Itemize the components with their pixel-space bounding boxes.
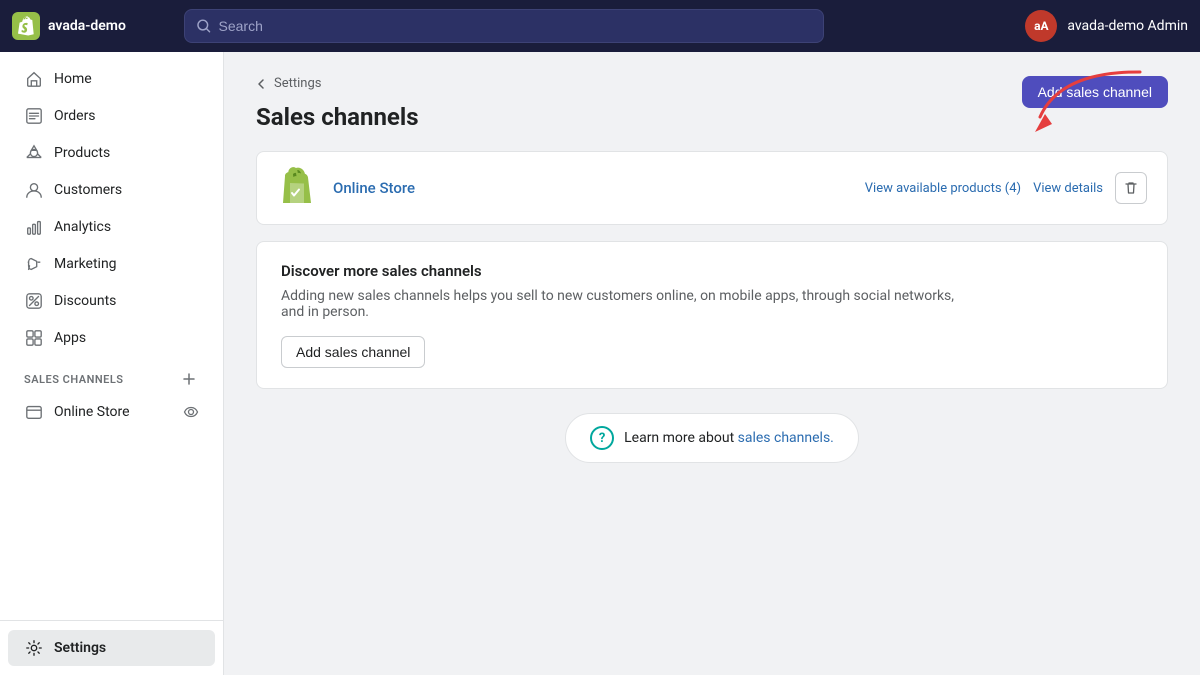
delete-channel-button[interactable] — [1115, 172, 1147, 204]
sidebar: Home Orders Products Customers — [0, 52, 224, 675]
sales-channels-section-header: SALES CHANNELS — [8, 357, 215, 393]
back-icon — [256, 78, 268, 90]
sidebar-item-label: Customers — [54, 182, 122, 198]
sidebar-item-home[interactable]: Home — [8, 61, 215, 97]
sidebar-item-marketing[interactable]: Marketing — [8, 246, 215, 282]
view-details-link[interactable]: View details — [1033, 181, 1103, 196]
analytics-icon — [24, 217, 44, 237]
brand-name: avada-demo — [48, 18, 126, 34]
add-sales-channel-button[interactable]: Add sales channel — [1022, 76, 1168, 108]
products-icon — [24, 143, 44, 163]
main-layout: Home Orders Products Customers — [0, 52, 1200, 675]
learn-more-text: Learn more about sales channels. — [624, 430, 834, 446]
online-store-card: Online Store View available products (4)… — [256, 151, 1168, 225]
add-sales-channel-secondary-button[interactable]: Add sales channel — [281, 336, 425, 368]
sidebar-item-label: Orders — [54, 108, 96, 124]
sidebar-item-label: Marketing — [54, 256, 117, 272]
online-store-icon — [24, 402, 44, 422]
sidebar-item-online-store[interactable]: Online Store — [8, 394, 215, 430]
avatar: aA — [1025, 10, 1057, 42]
eye-icon — [183, 404, 199, 420]
shopify-bag-icon — [277, 168, 317, 208]
home-icon — [24, 69, 44, 89]
sidebar-footer: Settings — [0, 620, 223, 675]
main-content: Add sales channel Settings Sales channel… — [224, 52, 1200, 675]
marketing-icon — [24, 254, 44, 274]
sidebar-item-discounts[interactable]: Discounts — [8, 283, 215, 319]
user-name: avada-demo Admin — [1067, 18, 1188, 34]
view-products-link[interactable]: View available products (4) — [865, 181, 1021, 196]
sidebar-item-customers[interactable]: Customers — [8, 172, 215, 208]
search-bar[interactable] — [184, 9, 824, 43]
learn-more-pill: ? Learn more about sales channels. — [565, 413, 859, 463]
customers-icon — [24, 180, 44, 200]
sidebar-item-orders[interactable]: Orders — [8, 98, 215, 134]
brand-logo[interactable]: avada-demo — [12, 12, 172, 40]
sidebar-item-label: Analytics — [54, 219, 111, 235]
sidebar-item-apps[interactable]: Apps — [8, 320, 215, 356]
sidebar-item-label: Apps — [54, 330, 86, 346]
sidebar-item-label: Settings — [54, 640, 106, 656]
discover-card: Discover more sales channels Adding new … — [256, 241, 1168, 389]
sidebar-item-label: Home — [54, 71, 92, 87]
sidebar-item-label: Discounts — [54, 293, 116, 309]
question-icon: ? — [590, 426, 614, 450]
breadcrumb-label: Settings — [274, 76, 321, 91]
online-store-name[interactable]: Online Store — [333, 179, 849, 197]
trash-icon — [1123, 180, 1139, 196]
apps-icon — [24, 328, 44, 348]
settings-icon — [24, 638, 44, 658]
online-store-card-inner: Online Store View available products (4)… — [257, 152, 1167, 224]
sidebar-item-analytics[interactable]: Analytics — [8, 209, 215, 245]
card-actions: View available products (4) View details — [865, 172, 1147, 204]
sidebar-item-label: Online Store — [54, 404, 130, 420]
sidebar-item-label: Products — [54, 145, 110, 161]
discounts-icon — [24, 291, 44, 311]
sidebar-item-products[interactable]: Products — [8, 135, 215, 171]
user-area[interactable]: aA avada-demo Admin — [1025, 10, 1188, 42]
search-input[interactable] — [219, 18, 811, 34]
add-sales-channel-icon[interactable] — [179, 369, 199, 389]
orders-icon — [24, 106, 44, 126]
learn-more-section: ? Learn more about sales channels. — [256, 413, 1168, 463]
sidebar-item-settings[interactable]: Settings — [8, 630, 215, 666]
search-icon — [197, 19, 211, 33]
top-navigation: avada-demo aA avada-demo Admin — [0, 0, 1200, 52]
section-title: SALES CHANNELS — [24, 373, 124, 386]
shopify-icon — [12, 12, 40, 40]
discover-title: Discover more sales channels — [281, 262, 1143, 280]
discover-description: Adding new sales channels helps you sell… — [281, 288, 961, 320]
learn-more-link[interactable]: sales channels. — [738, 430, 834, 446]
sidebar-nav: Home Orders Products Customers — [0, 52, 223, 620]
